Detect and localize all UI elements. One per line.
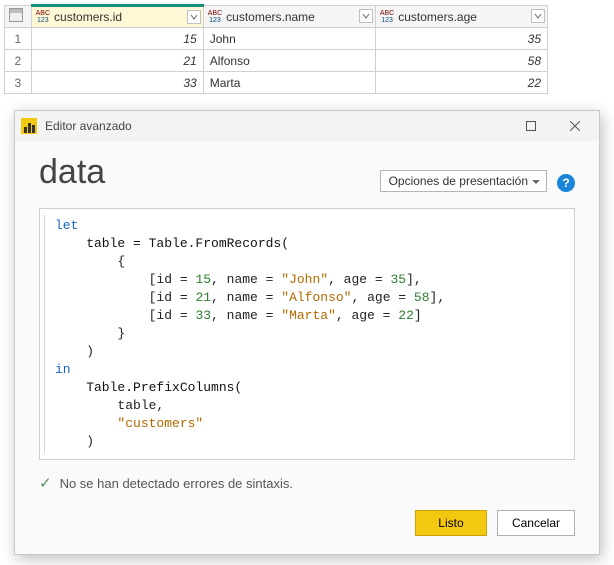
datatype-icon: ABC123 — [380, 10, 394, 24]
cell-id[interactable]: 33 — [31, 72, 203, 94]
check-icon: ✓ — [39, 474, 52, 492]
cell-name[interactable]: Marta — [203, 72, 375, 94]
datatype-icon: ABC123 — [208, 10, 222, 24]
column-header-age[interactable]: ABC123 customers.age — [375, 6, 547, 28]
cell-name[interactable]: Alfonso — [203, 50, 375, 72]
display-options-dropdown[interactable]: Opciones de presentación — [380, 170, 547, 192]
column-dropdown[interactable] — [531, 9, 545, 23]
cell-age[interactable]: 35 — [375, 28, 547, 50]
row-number[interactable]: 1 — [5, 28, 32, 50]
row-number[interactable]: 2 — [5, 50, 32, 72]
app-icon — [21, 118, 37, 134]
code-content[interactable]: let table = Table.FromRecords( { [id = 1… — [44, 215, 570, 453]
table-row[interactable]: 2 21 Alfonso 58 — [5, 50, 548, 72]
row-number[interactable]: 3 — [5, 72, 32, 94]
table-icon — [9, 8, 23, 22]
column-name: customers.age — [398, 10, 477, 24]
table-row[interactable]: 1 15 John 35 — [5, 28, 548, 50]
syntax-status: ✓ No se han detectado errores de sintaxi… — [39, 474, 575, 492]
query-name-title: data — [39, 153, 105, 192]
advanced-editor-dialog: Editor avanzado data Opciones de present… — [14, 110, 600, 555]
column-name: customers.name — [226, 10, 315, 24]
maximize-button[interactable] — [509, 112, 553, 140]
close-button[interactable] — [553, 112, 597, 140]
column-header-name[interactable]: ABC123 customers.name — [203, 6, 375, 28]
titlebar[interactable]: Editor avanzado — [15, 111, 599, 141]
cancel-button[interactable]: Cancelar — [497, 510, 575, 536]
data-grid: ABC123 customers.id ABC123 customers.nam… — [4, 4, 548, 94]
column-name: customers.id — [54, 10, 122, 24]
column-dropdown[interactable] — [359, 9, 373, 23]
select-all-cell[interactable] — [5, 6, 32, 28]
cell-age[interactable]: 22 — [375, 72, 547, 94]
help-icon[interactable]: ? — [557, 174, 575, 192]
table-row[interactable]: 3 33 Marta 22 — [5, 72, 548, 94]
status-text: No se han detectado errores de sintaxis. — [60, 476, 293, 491]
window-title: Editor avanzado — [45, 119, 132, 133]
column-dropdown[interactable] — [187, 10, 201, 24]
datatype-icon: ABC123 — [36, 10, 50, 24]
column-header-id[interactable]: ABC123 customers.id — [31, 6, 203, 28]
cell-id[interactable]: 21 — [31, 50, 203, 72]
cell-name[interactable]: John — [203, 28, 375, 50]
cell-age[interactable]: 58 — [375, 50, 547, 72]
cell-id[interactable]: 15 — [31, 28, 203, 50]
header-row: ABC123 customers.id ABC123 customers.nam… — [5, 6, 548, 28]
done-button[interactable]: Listo — [415, 510, 487, 536]
code-editor[interactable]: let table = Table.FromRecords( { [id = 1… — [39, 208, 575, 460]
